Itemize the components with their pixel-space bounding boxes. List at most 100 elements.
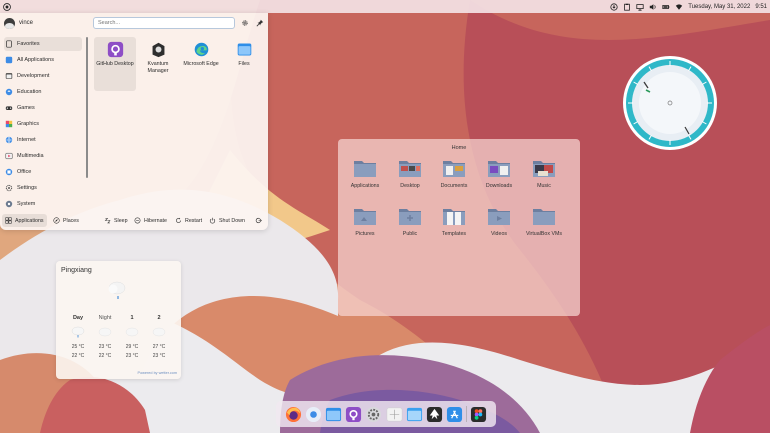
folder-title: Home <box>451 145 467 151</box>
dock-browser[interactable] <box>305 406 322 423</box>
cloud-rain-icon <box>108 281 126 299</box>
category-all-applications[interactable]: All Applications <box>4 53 82 67</box>
forecast-label: 1 <box>130 315 134 321</box>
folder-item[interactable]: Videos <box>477 206 521 248</box>
dock-app-store[interactable] <box>446 406 463 423</box>
videos-folder-icon <box>487 206 511 226</box>
date-label[interactable]: Tuesday, May 31, 2022 <box>688 4 750 10</box>
applications-folder-icon <box>353 158 377 178</box>
folder-item[interactable]: Public <box>388 206 432 248</box>
category-development[interactable]: Development <box>4 69 82 83</box>
forecast-low: 22 °C <box>98 353 112 359</box>
dock-files[interactable] <box>325 406 342 423</box>
folder-item-label: Downloads <box>485 183 513 189</box>
dock-file-manager[interactable] <box>406 406 423 423</box>
weather-location: Pingxiang <box>61 267 92 274</box>
applications-tab-label: Applications <box>15 217 44 224</box>
volume-icon[interactable] <box>649 3 657 11</box>
time-label[interactable]: 9:51 <box>755 4 767 10</box>
forecast-low: 23 °C <box>152 353 166 359</box>
desktop-folder-icon <box>398 158 422 178</box>
launcher-footer: Applications Places Sleep Hibernate Rest… <box>0 211 268 230</box>
powered-by-link[interactable]: Powered by wetter.com <box>138 371 177 375</box>
applications-tab[interactable]: Applications <box>2 214 47 227</box>
forecast-day-2: 2 27 °C 23 °C <box>146 315 172 361</box>
category-list: Favorites All Applications Development E… <box>0 37 86 221</box>
category-label: System <box>17 201 36 207</box>
restart-label: Restart <box>185 217 203 224</box>
shutdown-button[interactable]: Shut Down <box>209 214 245 227</box>
shutdown-label: Shut Down <box>219 217 245 224</box>
folder-item[interactable]: Pictures <box>343 206 387 248</box>
battery-icon[interactable] <box>662 3 670 11</box>
app-microsoft-edge[interactable]: Microsoft Edge <box>180 37 222 91</box>
launcher-header: vince <box>0 13 268 33</box>
app-github-desktop[interactable]: GitHub Desktop <box>94 37 136 91</box>
gamepad-icon <box>5 104 13 112</box>
category-education[interactable]: Education <box>4 85 82 99</box>
analog-clock-widget[interactable] <box>622 55 718 151</box>
inkscape-icon <box>426 406 442 422</box>
category-system[interactable]: System <box>4 197 82 211</box>
forecast-day: Day 25 °C 22 °C <box>65 315 91 361</box>
folder-item-label: Applications <box>350 183 380 189</box>
forecast-label: Day <box>72 315 84 321</box>
folder-item[interactable]: Downloads <box>477 158 521 200</box>
forecast-high: 25 °C <box>71 344 85 350</box>
app-files[interactable]: Files <box>223 37 265 91</box>
category-label: Graphics <box>17 121 40 127</box>
app-kvantum-manager[interactable]: Kvantum Manager <box>137 37 179 91</box>
dock-github-desktop[interactable] <box>345 406 362 423</box>
pictures-folder-icon <box>353 206 377 226</box>
folder-item-label: Music <box>537 183 551 189</box>
folder-item[interactable]: Applications <box>343 158 387 200</box>
folder-item[interactable]: Music <box>522 158 566 200</box>
dock-figma[interactable] <box>470 406 487 423</box>
category-scrollbar[interactable] <box>86 37 88 178</box>
configure-button[interactable] <box>240 18 249 27</box>
category-games[interactable]: Games <box>4 101 82 115</box>
category-internet[interactable]: Internet <box>4 133 82 147</box>
office-icon <box>5 168 13 176</box>
category-label: Games <box>17 105 35 111</box>
app-label: Files <box>238 61 250 67</box>
update-icon[interactable] <box>610 2 618 11</box>
folder-item[interactable]: Templates <box>432 206 476 248</box>
documents-folder-icon <box>442 158 466 178</box>
dock-firefox[interactable] <box>285 406 302 423</box>
wifi-icon[interactable] <box>675 3 683 11</box>
restart-button[interactable]: Restart <box>175 214 202 227</box>
virtualbox-folder-icon <box>532 206 556 226</box>
development-icon <box>5 72 13 80</box>
places-tab[interactable]: Places <box>53 214 79 227</box>
folder-item[interactable]: VirtualBox VMs <box>522 206 566 248</box>
dock-inkscape[interactable] <box>426 406 443 423</box>
network-icon[interactable] <box>636 3 644 11</box>
folder-item[interactable]: Desktop <box>388 158 432 200</box>
figma-icon <box>471 406 487 422</box>
category-settings[interactable]: Settings <box>4 181 82 195</box>
avatar[interactable] <box>4 18 15 29</box>
globe-icon <box>5 136 13 144</box>
category-multimedia[interactable]: Multimedia <box>4 149 82 163</box>
folder-item-label: Desktop <box>400 183 420 189</box>
category-graphics[interactable]: Graphics <box>4 117 82 131</box>
browser-icon <box>305 406 321 422</box>
github-desktop-icon <box>346 406 362 422</box>
weather-widget[interactable]: Pingxiang Day 25 °C 22 °C Night 23 °C 22… <box>56 261 181 379</box>
dock-settings[interactable] <box>365 406 382 423</box>
leave-button[interactable] <box>255 214 265 227</box>
hibernate-button[interactable]: Hibernate <box>134 214 167 227</box>
category-favorites[interactable]: Favorites <box>4 37 82 51</box>
app-menu-button[interactable] <box>3 2 11 11</box>
leave-icon <box>255 218 262 223</box>
folder-item[interactable]: Documents <box>432 158 476 200</box>
dock <box>276 401 496 427</box>
category-office[interactable]: Office <box>4 165 82 179</box>
kvantum-icon <box>150 41 167 58</box>
search-input[interactable] <box>93 17 235 29</box>
sleep-button[interactable]: Sleep <box>104 214 128 227</box>
dock-system-monitor[interactable] <box>386 406 403 423</box>
clipboard-icon[interactable] <box>623 3 631 11</box>
pin-button[interactable] <box>255 18 264 27</box>
